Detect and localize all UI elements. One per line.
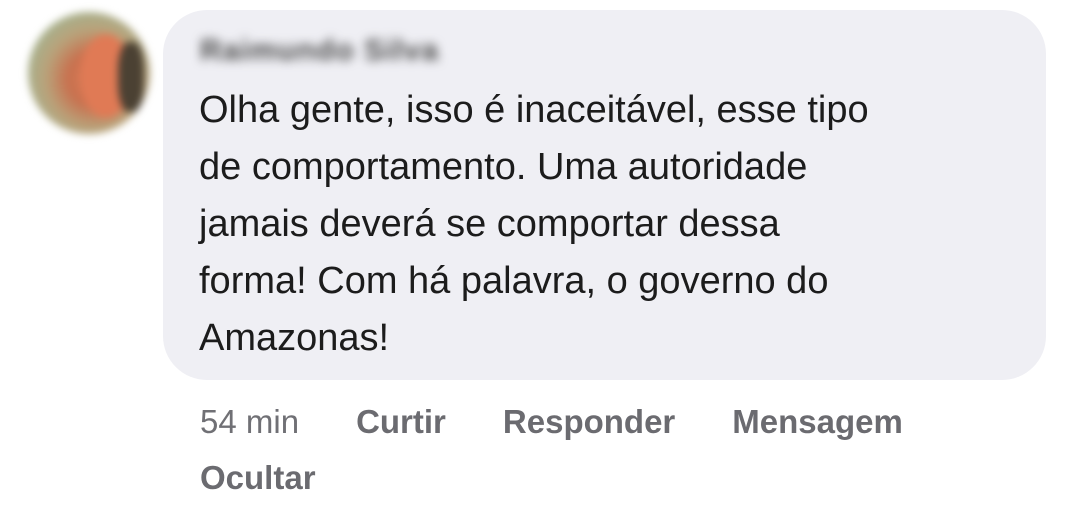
- comment-actions-row: Ocultar: [200, 454, 1040, 502]
- comment-text: Olha gente, isso é inaceitável, esse tip…: [199, 82, 999, 367]
- comment-item: Raimundo Silva Olha gente, isso é inacei…: [0, 0, 1080, 511]
- comment-timestamp: 54 min: [200, 403, 300, 440]
- avatar-hair: [118, 42, 144, 112]
- comment-author-name[interactable]: Raimundo Silva: [200, 34, 439, 68]
- comment-text-line: forma! Com há palavra, o governo do: [199, 260, 829, 302]
- message-button[interactable]: Mensagem: [732, 403, 903, 441]
- hide-button[interactable]: Ocultar: [200, 459, 316, 497]
- avatar[interactable]: [28, 12, 150, 134]
- comment-text-line: Olha gente, isso é inaceitável, esse tip…: [199, 89, 869, 131]
- comment-text-line: jamais deverá se comportar dessa: [199, 203, 780, 245]
- like-button[interactable]: Curtir: [356, 403, 446, 441]
- comment-actions-row: 54 min Curtir Responder Mensagem: [200, 398, 1040, 446]
- comment-actions: 54 min Curtir Responder Mensagem Ocultar: [200, 398, 1040, 502]
- comment-text-line: Amazonas!: [199, 317, 390, 359]
- comment-text-line: de comportamento. Uma autoridade: [199, 146, 808, 188]
- reply-button[interactable]: Responder: [503, 403, 675, 441]
